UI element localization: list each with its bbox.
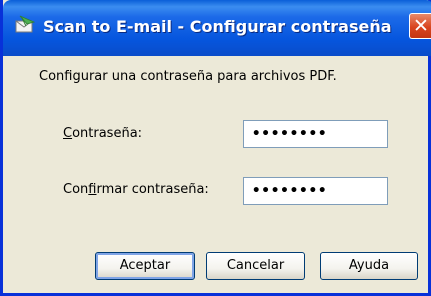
scan-to-email-icon [14,14,36,36]
confirm-label-text: irmar contraseña: [96,182,209,197]
password-label: Contraseña: [63,126,142,141]
window-title: Scan to E-mail - Configurar contraseña [43,17,392,36]
dialog-window: Scan to E-mail - Configurar contraseña ✕… [0,0,431,296]
close-icon: ✕ [413,15,429,37]
confirm-password-input[interactable]: •••••••• [243,177,388,205]
password-input[interactable]: •••••••• [243,120,388,148]
password-label-text: ontraseña: [72,126,143,141]
title-bar[interactable]: Scan to E-mail - Configurar contraseña ✕ [3,0,431,56]
confirm-password-label: Confirmar contraseña: [63,182,209,197]
cancel-button[interactable]: Cancelar [206,252,305,280]
instruction-text: Configurar una contraseña para archivos … [39,69,337,84]
close-button[interactable]: ✕ [409,13,431,39]
help-button[interactable]: Ayuda [320,252,418,280]
accept-button[interactable]: Aceptar [95,252,195,280]
password-label-accelerator: C [63,126,73,141]
confirm-label-prefix: Con [63,182,89,197]
